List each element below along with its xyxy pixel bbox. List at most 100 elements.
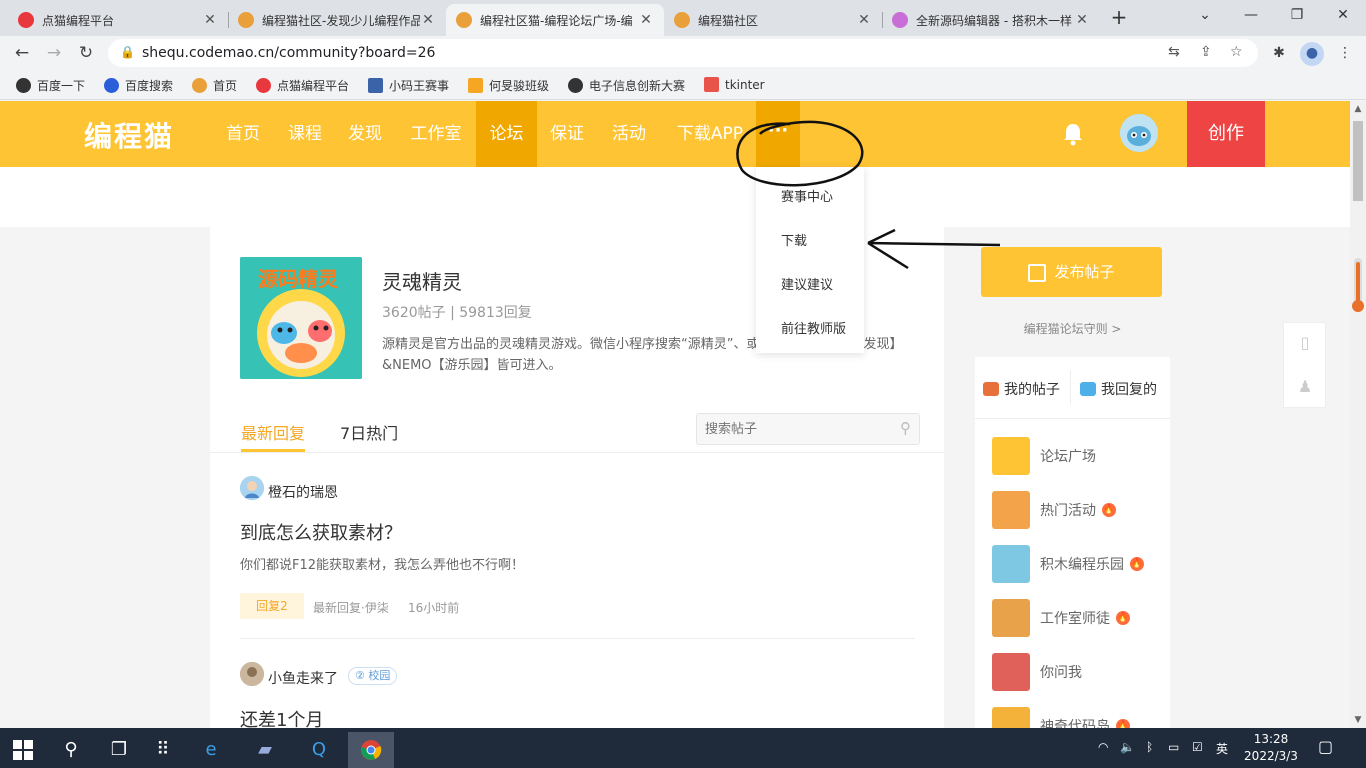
task-view-icon[interactable]: ❐ bbox=[96, 732, 142, 768]
dropdown-item-teacher-version[interactable]: 前往教师版 bbox=[781, 318, 846, 337]
my-replies-tab[interactable]: 我回复的 bbox=[1080, 379, 1157, 399]
nav-courses[interactable]: 课程 bbox=[276, 101, 334, 167]
site-logo[interactable]: 编程猫 bbox=[84, 115, 174, 155]
new-tab-plus-icon[interactable]: + bbox=[1108, 6, 1130, 28]
bookmark-item[interactable]: 百度搜索 bbox=[104, 77, 173, 94]
nav-more-button[interactable]: ··· bbox=[756, 101, 800, 167]
nav-guarantee[interactable]: 保证 bbox=[538, 101, 596, 167]
author-avatar[interactable] bbox=[240, 662, 264, 686]
nav-download-app[interactable]: 下载APP bbox=[664, 101, 756, 167]
nav-activities[interactable]: 活动 bbox=[600, 101, 658, 167]
user-avatar[interactable] bbox=[1120, 114, 1158, 152]
notification-icon[interactable]: ▢ bbox=[1318, 737, 1333, 756]
clock-time: 13:28 bbox=[1253, 732, 1289, 746]
activities-thumb-icon bbox=[992, 491, 1030, 529]
author-avatar[interactable] bbox=[240, 476, 264, 500]
bookmark-item[interactable]: 点猫编程平台 bbox=[256, 77, 349, 94]
search-icon[interactable]: ⚲ bbox=[900, 419, 911, 437]
post-search-input[interactable] bbox=[705, 420, 885, 438]
bookmark-item[interactable]: tkinter bbox=[704, 77, 765, 92]
tab-title: 点猫编程平台 bbox=[42, 13, 115, 28]
dropdown-item-suggestions[interactable]: 建议建议 bbox=[781, 274, 833, 293]
dropdown-item-download[interactable]: 下载 bbox=[781, 230, 807, 249]
back-arrow-icon[interactable]: ← bbox=[10, 41, 34, 65]
ime-indicator[interactable]: 英 bbox=[1216, 740, 1228, 757]
bluetooth-icon[interactable]: ᛒ bbox=[1146, 740, 1153, 754]
bell-icon[interactable] bbox=[1060, 121, 1086, 147]
volume-icon[interactable]: 🔈 bbox=[1120, 740, 1135, 754]
sidebar-divider bbox=[975, 418, 1170, 419]
profile-icon[interactable]: ● bbox=[1300, 42, 1324, 66]
nav-studio[interactable]: 工作室 bbox=[400, 101, 472, 167]
create-button[interactable]: 创作 bbox=[1187, 101, 1265, 167]
close-window-icon[interactable]: ✕ bbox=[1320, 0, 1366, 32]
post-title[interactable]: 到底怎么获取素材？ bbox=[240, 519, 402, 545]
post-author[interactable]: 小鱼走来了 bbox=[268, 668, 338, 688]
minimize-icon[interactable]: — bbox=[1228, 0, 1274, 32]
wifi-icon[interactable]: ◠ bbox=[1098, 740, 1108, 754]
address-bar[interactable]: 🔒 shequ.codemao.cn/community?board=26 ⇆ … bbox=[108, 39, 1258, 67]
bookmark-item[interactable]: 首页 bbox=[192, 77, 237, 94]
qq-icon[interactable]: ♟ bbox=[1296, 377, 1314, 397]
apps-grid-icon[interactable]: ⠿ bbox=[140, 732, 186, 768]
scrollbar-thumb[interactable] bbox=[1353, 121, 1363, 201]
share-icon[interactable]: ⇪ bbox=[1200, 44, 1212, 60]
scroll-up-icon[interactable]: ▲ bbox=[1350, 101, 1366, 117]
close-icon[interactable]: ✕ bbox=[638, 12, 654, 28]
nav-forum[interactable]: 论坛 bbox=[476, 101, 537, 167]
my-posts-tab[interactable]: 我的帖子 bbox=[983, 379, 1060, 399]
tab-latest-replies[interactable]: 最新回复 bbox=[241, 420, 305, 444]
bookmark-item[interactable]: 百度一下 bbox=[16, 77, 85, 94]
forum-item-studio-mentor[interactable]: 工作室师徒 🔥 bbox=[992, 599, 1130, 637]
studio-mentor-thumb-icon bbox=[992, 599, 1030, 637]
ie-browser-icon[interactable]: e bbox=[188, 732, 234, 768]
board-name: 灵魂精灵 bbox=[382, 270, 462, 294]
q-app-icon[interactable]: Q bbox=[296, 732, 342, 768]
restore-icon[interactable]: ❐ bbox=[1274, 0, 1320, 32]
nav-home[interactable]: 首页 bbox=[214, 101, 272, 167]
forward-arrow-icon[interactable]: → bbox=[42, 41, 66, 65]
bookmark-item[interactable]: 何旻骏班级 bbox=[468, 77, 549, 94]
dropdown-item-event-center[interactable]: 赛事中心 bbox=[781, 186, 833, 205]
forum-rules-link[interactable]: 编程猫论坛守则 > bbox=[975, 320, 1170, 337]
forum-item-hot-activities[interactable]: 热门活动 🔥 bbox=[992, 491, 1116, 529]
browser-tab[interactable]: 点猫编程平台 ✕ bbox=[8, 4, 228, 36]
close-icon[interactable]: ✕ bbox=[856, 12, 872, 28]
browser-tab[interactable]: 全新源码编辑器 - 搭积木一样 ✕ bbox=[882, 4, 1100, 36]
extensions-puzzle-icon[interactable]: ✱ bbox=[1268, 42, 1290, 64]
close-icon[interactable]: ✕ bbox=[420, 12, 436, 28]
reload-icon[interactable]: ↻ bbox=[74, 41, 98, 65]
chrome-icon[interactable] bbox=[348, 732, 394, 768]
system-clock[interactable]: 13:28 2022/3/3 bbox=[1236, 731, 1306, 765]
xiaomawang-icon bbox=[368, 78, 383, 93]
battery-icon[interactable]: ▭ bbox=[1168, 740, 1179, 754]
post-author[interactable]: 橙石的瑞恩 bbox=[268, 482, 338, 502]
windows-start-icon[interactable] bbox=[0, 732, 46, 768]
translate-icon[interactable]: ⇆ bbox=[1168, 44, 1180, 60]
bookmark-item[interactable]: 小码王赛事 bbox=[368, 77, 449, 94]
page-scrollbar[interactable]: ▲ ▼ bbox=[1350, 101, 1366, 728]
tablet-icon[interactable]: ▯ bbox=[1296, 333, 1314, 353]
close-icon[interactable]: ✕ bbox=[202, 12, 218, 28]
browser-tab[interactable]: 编程猫社区 ✕ bbox=[664, 4, 882, 36]
forum-item-plaza[interactable]: 论坛广场 bbox=[992, 437, 1096, 475]
tab-7day-hot[interactable]: 7日热门 bbox=[340, 420, 398, 444]
forum-item-block-coding[interactable]: 积木编程乐园 🔥 bbox=[992, 545, 1144, 583]
close-icon[interactable]: ✕ bbox=[1074, 12, 1090, 28]
codemao-icon bbox=[256, 78, 271, 93]
baidu-icon bbox=[104, 78, 119, 93]
menu-kebab-icon[interactable]: ⋮ bbox=[1334, 42, 1356, 64]
search-icon[interactable]: ⚲ bbox=[48, 732, 94, 768]
scroll-down-icon[interactable]: ▼ bbox=[1350, 712, 1366, 728]
bookmark-item[interactable]: 电子信息创新大赛 bbox=[568, 77, 685, 94]
forum-item-ask-me[interactable]: 你问我 bbox=[992, 653, 1082, 691]
bookmark-star-icon[interactable]: ☆ bbox=[1230, 44, 1243, 60]
browser-tab-active[interactable]: 编程社区猫-编程论坛广场-编 ✕ bbox=[446, 4, 664, 36]
browser-tab[interactable]: 编程猫社区-发现少儿编程作品 ✕ bbox=[228, 4, 446, 36]
tab-search-chevron-icon[interactable]: ⌄ bbox=[1182, 0, 1228, 32]
nav-discover[interactable]: 发现 bbox=[336, 101, 394, 167]
publish-post-button[interactable]: 发布帖子 bbox=[981, 247, 1162, 297]
notebook-app-icon[interactable]: ▰ bbox=[242, 732, 288, 768]
thermometer-icon bbox=[1352, 258, 1364, 312]
shield-icon[interactable]: ☑ bbox=[1192, 740, 1203, 754]
